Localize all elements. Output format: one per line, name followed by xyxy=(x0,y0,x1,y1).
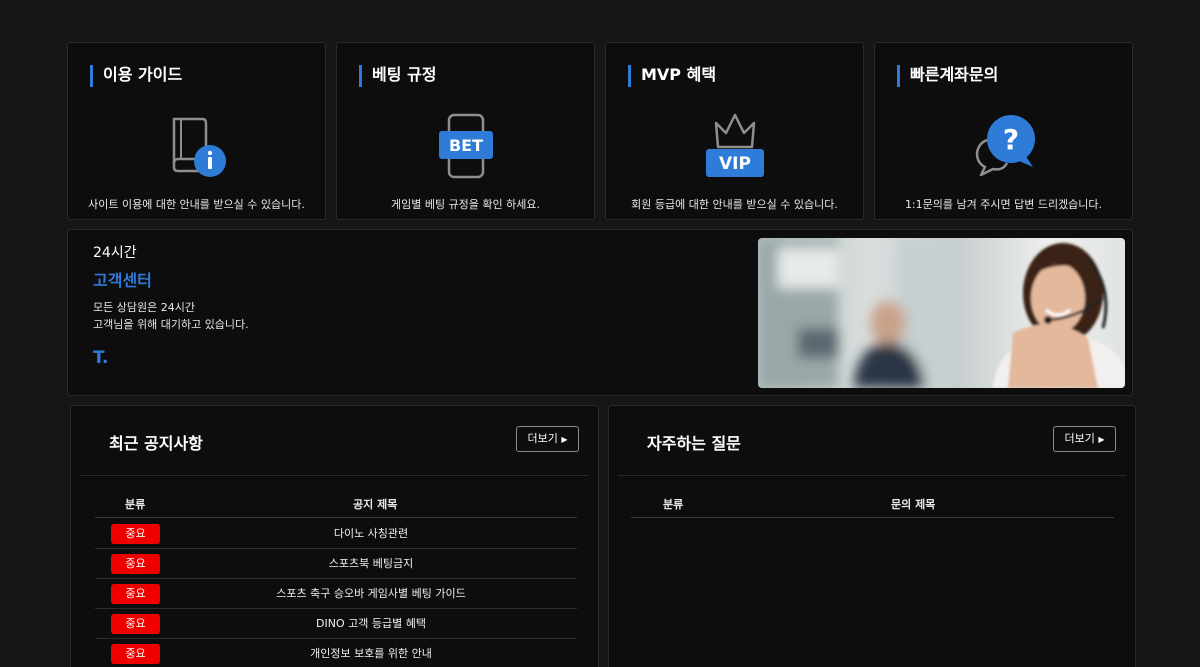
notice-title: 스포츠북 베팅금지 xyxy=(328,557,414,570)
card-title: 베팅 규정 xyxy=(359,65,436,87)
notices-panel: 최근 공지사항 더보기 ▶ 분류 공지 제목 중요 다이노 사칭관련 중요 스포… xyxy=(70,405,599,667)
card-description: 게임별 베팅 규정을 확인 하세요. xyxy=(390,198,541,211)
notices-more-button[interactable]: 더보기 ▶ xyxy=(516,426,579,452)
important-badge: 중요 xyxy=(111,524,160,544)
guide-book-icon xyxy=(162,111,232,181)
bet-phone-icon: BET xyxy=(431,111,501,181)
card-description: 회원 등급에 대한 안내를 받으실 수 있습니다. xyxy=(631,198,838,211)
notices-list: 중요 다이노 사칭관련 중요 스포츠북 베팅금지 중요 스포츠 축구 승오바 게… xyxy=(95,519,577,667)
col-title: 공지 제목 xyxy=(353,498,398,511)
chevron-right-icon: ▶ xyxy=(561,435,568,444)
faq-table-header: 분류 문의 제목 xyxy=(631,494,1114,518)
chevron-right-icon: ▶ xyxy=(1098,435,1105,444)
table-row[interactable]: 중요 스포츠북 베팅금지 xyxy=(95,549,577,579)
important-badge: 중요 xyxy=(111,584,160,604)
table-row[interactable]: 중요 다이노 사칭관련 xyxy=(95,519,577,549)
cs-hours: 24시간 xyxy=(93,245,137,261)
card-betting-rules[interactable]: 베팅 규정 BET 게임별 베팅 규정을 확인 하세요. xyxy=(336,42,595,220)
cs-title: 고객센터 xyxy=(93,271,152,290)
card-title: 빠른계좌문의 xyxy=(897,65,998,87)
vip-crown-icon: VIP xyxy=(700,111,770,181)
table-row[interactable]: 중요 개인정보 보호를 위한 안내 xyxy=(95,639,577,667)
vip-icon-text: VIP xyxy=(719,154,751,174)
question-icon-text: ? xyxy=(1002,123,1018,156)
customer-service-box: 24시간 고객센터 모든 상담원은 24시간 고객님을 위해 대기하고 있습니다… xyxy=(67,229,1133,396)
cs-desc-line: 고객님을 위해 대기하고 있습니다. xyxy=(93,318,249,331)
col-category: 분류 xyxy=(125,498,146,511)
divider xyxy=(618,475,1126,476)
question-chat-icon: ? xyxy=(969,111,1039,181)
col-category: 분류 xyxy=(663,498,684,511)
card-quick-inquiry[interactable]: 빠른계좌문의 ? 1:1문의를 남겨 주시면 답변 드리겠습니다. xyxy=(874,42,1133,220)
notice-title: DINO 고객 등급별 혜택 xyxy=(316,617,426,630)
customer-service-photo xyxy=(758,238,1125,388)
cs-description: 모든 상담원은 24시간 고객님을 위해 대기하고 있습니다. xyxy=(93,299,249,333)
bet-icon-text: BET xyxy=(448,136,482,155)
card-title: 이용 가이드 xyxy=(90,65,182,87)
important-badge: 중요 xyxy=(111,614,160,634)
notices-title: 최근 공지사항 xyxy=(109,434,203,453)
more-label: 더보기 xyxy=(1064,432,1095,445)
notice-title: 다이노 사칭관련 xyxy=(333,527,409,540)
card-description: 1:1문의를 남겨 주시면 답변 드리겠습니다. xyxy=(904,198,1103,211)
more-label: 더보기 xyxy=(527,432,558,445)
card-description: 사이트 이용에 대한 안내를 받으실 수 있습니다. xyxy=(88,198,305,211)
notice-title: 스포츠 축구 승오바 게임사별 베팅 가이드 xyxy=(276,587,466,600)
col-title: 문의 제목 xyxy=(891,498,936,511)
divider xyxy=(80,475,589,476)
table-row[interactable]: 중요 DINO 고객 등급별 혜택 xyxy=(95,609,577,639)
notices-table-header: 분류 공지 제목 xyxy=(95,494,577,518)
cs-desc-line: 모든 상담원은 24시간 xyxy=(93,301,195,314)
table-row[interactable]: 중요 스포츠 축구 승오바 게임사별 베팅 가이드 xyxy=(95,579,577,609)
faq-more-button[interactable]: 더보기 ▶ xyxy=(1053,426,1116,452)
cs-phone: T. xyxy=(93,348,109,368)
important-badge: 중요 xyxy=(111,554,160,574)
card-usage-guide[interactable]: 이용 가이드 사이트 이용에 대한 안내를 받으실 수 있습니다. xyxy=(67,42,326,220)
card-mvp-benefits[interactable]: MVP 혜택 VIP 회원 등급에 대한 안내를 받으실 수 있습니다. xyxy=(605,42,864,220)
faq-title: 자주하는 질문 xyxy=(647,434,741,453)
important-badge: 중요 xyxy=(111,644,160,664)
faq-panel: 자주하는 질문 더보기 ▶ 분류 문의 제목 xyxy=(608,405,1136,667)
notice-title: 개인정보 보호를 위한 안내 xyxy=(310,647,432,660)
card-title: MVP 혜택 xyxy=(628,65,716,87)
